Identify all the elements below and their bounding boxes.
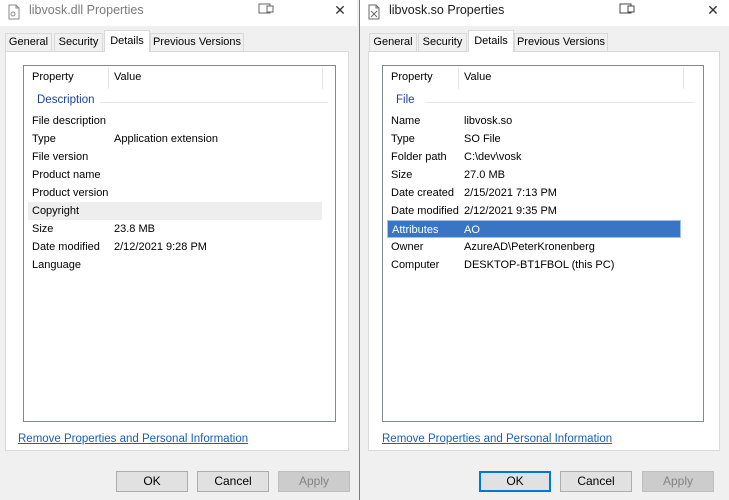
property-value: 2/12/2021 9:35 PM [464,205,557,217]
property-value: libvosk.so [464,115,513,127]
list-item[interactable]: Product name [28,166,322,184]
property-name: Copyright [32,205,80,217]
property-value: AzureAD\PeterKronenberg [464,241,595,253]
property-value: AO [464,224,480,236]
property-value: 2/15/2021 7:13 PM [464,187,557,199]
column-header: Property Value [24,66,335,90]
tab-previous-versions[interactable]: Previous Versions [514,33,608,51]
column-property[interactable]: Property [391,71,433,83]
property-name: File version [32,151,89,163]
property-name: Language [32,259,81,271]
property-value: Application extension [114,133,218,145]
ok-button[interactable]: OK [116,471,188,492]
list-item[interactable]: Size 27.0 MB [387,166,681,184]
list-item[interactable]: File version [28,148,322,166]
apply-button[interactable]: Apply [642,471,714,492]
column-value[interactable]: Value [114,71,141,83]
property-name: Folder path [391,151,447,163]
details-panel: Property Value File Name libvosk.so Type S… [368,51,720,451]
list-item[interactable]: Folder path C:\dev\vosk [387,148,681,166]
column-separator[interactable] [322,67,323,89]
list-item[interactable]: File description [28,112,322,130]
property-name: Product name [32,169,101,181]
group-heading: Description [37,94,95,106]
file-icon [8,4,20,20]
group-divider [425,102,695,103]
property-value: 23.8 MB [114,223,155,235]
property-name: Type [391,133,415,145]
list-item-selected[interactable]: Attributes AO [387,220,681,238]
column-property[interactable]: Property [32,71,74,83]
column-header: Property Value [383,66,703,90]
close-icon[interactable]: ✕ [323,0,357,22]
window-title: libvosk.so Properties [389,3,505,17]
group-heading: File [396,94,415,106]
remove-properties-link[interactable]: Remove Properties and Personal Informati… [382,433,612,445]
property-name: Date created [391,187,454,199]
list-item-hovered[interactable]: Copyright [28,202,322,220]
list-item[interactable]: Size 23.8 MB [28,220,322,238]
property-name: Size [391,169,413,181]
list-item[interactable]: Computer DESKTOP-BT1FBOL (this PC) [387,256,681,274]
cancel-button[interactable]: Cancel [197,471,269,492]
column-separator[interactable] [108,67,109,89]
tab-general[interactable]: General [369,33,417,51]
properties-dialog-dll: libvosk.dll Properties ✕ General Securit… [0,0,357,500]
property-value: 27.0 MB [464,169,505,181]
property-name: Owner [391,241,424,253]
remove-properties-link[interactable]: Remove Properties and Personal Informati… [18,433,248,445]
property-value: C:\dev\vosk [464,151,522,163]
list-item[interactable]: Language [28,256,322,274]
property-name: Name [391,115,421,127]
property-name: Computer [391,259,440,271]
title-bar: libvosk.dll Properties ✕ [0,0,357,26]
property-value: 2/12/2021 9:28 PM [114,241,207,253]
list-item[interactable]: Date modified 2/12/2021 9:28 PM [28,238,322,256]
tab-details[interactable]: Details [104,30,150,52]
column-value[interactable]: Value [464,71,491,83]
list-item[interactable]: Type SO File [387,130,681,148]
file-icon [368,4,380,20]
property-name: Product version [32,187,109,199]
list-item[interactable]: Type Application extension [28,130,322,148]
tab-details[interactable]: Details [468,30,514,52]
title-bar: libvosk.so Properties ✕ [360,0,729,26]
tab-general[interactable]: General [5,33,52,51]
properties-dialog-so: libvosk.so Properties ✕ General Security… [359,0,729,500]
property-name: Type [32,133,56,145]
property-name: Date modified [32,241,100,253]
group-divider [100,102,328,103]
list-item[interactable]: Date created 2/15/2021 7:13 PM [387,184,681,202]
list-item[interactable]: Date modified 2/12/2021 9:35 PM [387,202,681,220]
details-list[interactable]: Property Value File Name libvosk.so Type S… [382,65,704,422]
help-icon[interactable] [619,3,635,15]
list-item[interactable]: Product version [28,184,322,202]
close-icon[interactable]: ✕ [696,0,729,22]
column-separator[interactable] [683,67,684,89]
property-name: Attributes [392,224,439,236]
property-value: DESKTOP-BT1FBOL (this PC) [464,259,615,271]
details-panel: Property Value Description File descript… [5,51,349,451]
details-list[interactable]: Property Value Description File descript… [23,65,336,422]
apply-button[interactable]: Apply [278,471,350,492]
column-separator[interactable] [458,67,459,89]
property-name: Size [32,223,54,235]
cancel-button[interactable]: Cancel [560,471,632,492]
tab-security[interactable]: Security [418,33,467,51]
list-item[interactable]: Owner AzureAD\PeterKronenberg [387,238,681,256]
window-title: libvosk.dll Properties [29,3,144,17]
tab-previous-versions[interactable]: Previous Versions [150,33,244,51]
property-name: File description [32,115,106,127]
help-icon[interactable] [258,3,274,15]
tab-security[interactable]: Security [54,33,103,51]
property-name: Date modified [391,205,459,217]
ok-button[interactable]: OK [479,471,551,492]
list-item[interactable]: Name libvosk.so [387,112,681,130]
property-value: SO File [464,133,501,145]
